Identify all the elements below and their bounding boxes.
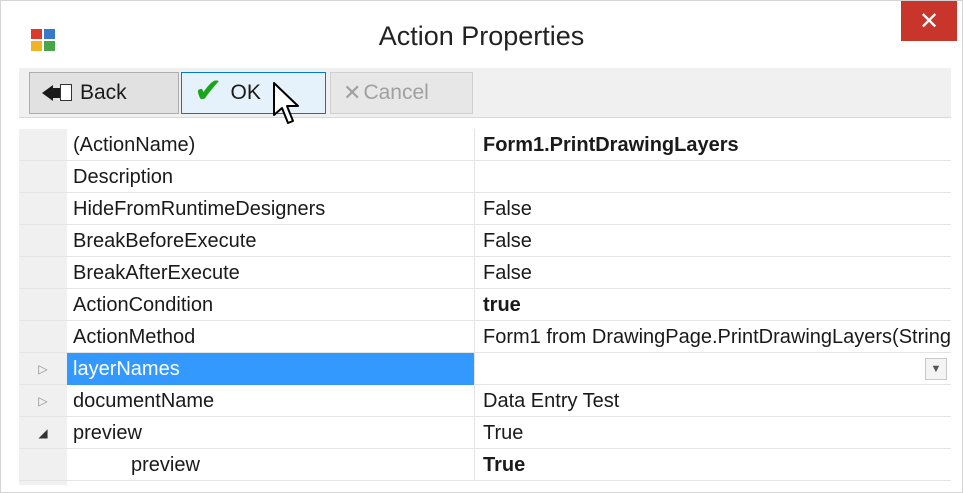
property-row[interactable]: ◢ preview True [19,417,951,449]
property-row[interactable]: BreakAfterExecute False [19,257,951,289]
property-row[interactable]: (ActionName) Form1.PrintDrawingLayers [19,129,951,161]
window-title: Action Properties [378,21,585,51]
action-properties-window: Action Properties ✕ Back ✔ OK ✕ Cancel (… [0,0,963,493]
property-name: HideFromRuntimeDesigners [67,193,475,225]
toolbar: Back ✔ OK ✕ Cancel [19,68,951,118]
cancel-button[interactable]: ✕ Cancel [330,72,473,114]
close-icon: ✕ [918,7,940,35]
back-button-label: Back [80,81,127,104]
close-button[interactable]: ✕ [901,1,957,41]
cancel-button-label: Cancel [363,81,429,104]
triangle-down-icon[interactable]: ◢ [19,417,67,449]
chevron-down-icon: ▼ [930,363,942,375]
property-value[interactable] [475,353,951,385]
property-name: BreakBeforeExecute [67,225,475,257]
property-name: preview [67,417,475,449]
property-value[interactable] [475,161,951,193]
property-value[interactable]: False [475,257,951,289]
triangle-right-icon[interactable]: ▷ [19,385,67,417]
back-button[interactable]: Back [29,72,179,114]
property-value[interactable]: True [475,449,951,481]
property-value[interactable]: False [475,225,951,257]
property-value[interactable]: Data Entry Test [475,385,951,417]
property-name: BreakAfterExecute [67,257,475,289]
property-row[interactable]: ▷ documentName Data Entry Test [19,385,951,417]
property-value[interactable]: Form1 from DrawingPage.PrintDrawingLayer… [475,321,951,353]
property-name: documentName [67,385,475,417]
property-name: (ActionName) [67,129,475,161]
property-row[interactable]: HideFromRuntimeDesigners False [19,193,951,225]
property-value[interactable]: True [475,417,951,449]
property-row[interactable]: Description [19,161,951,193]
property-name: layerNames [67,353,475,385]
property-row-selected[interactable]: ▷ layerNames ▼ [19,353,951,385]
triangle-right-icon[interactable]: ▷ [19,353,67,385]
back-arrow-icon [42,83,72,103]
property-row[interactable]: ActionCondition true [19,289,951,321]
property-value[interactable]: true [475,289,951,321]
property-value[interactable]: False [475,193,951,225]
ok-button-label: OK [230,81,261,104]
property-value[interactable]: Form1.PrintDrawingLayers [475,129,951,161]
property-grid: (ActionName) Form1.PrintDrawingLayers De… [19,129,951,485]
property-row[interactable]: ActionMethod Form1 from DrawingPage.Prin… [19,321,951,353]
property-row-child[interactable]: preview True [19,449,951,481]
x-icon: ✕ [343,80,362,105]
property-row[interactable]: BreakBeforeExecute False [19,225,951,257]
property-name: preview [67,449,475,481]
ok-button[interactable]: ✔ OK [181,72,326,114]
property-name: ActionCondition [67,289,475,321]
property-name: ActionMethod [67,321,475,353]
property-name: Description [67,161,475,193]
title-bar: Action Properties ✕ [1,1,962,75]
mouse-cursor-icon [273,82,299,124]
checkmark-icon: ✔ [194,72,223,110]
dropdown-button[interactable]: ▼ [925,358,947,380]
